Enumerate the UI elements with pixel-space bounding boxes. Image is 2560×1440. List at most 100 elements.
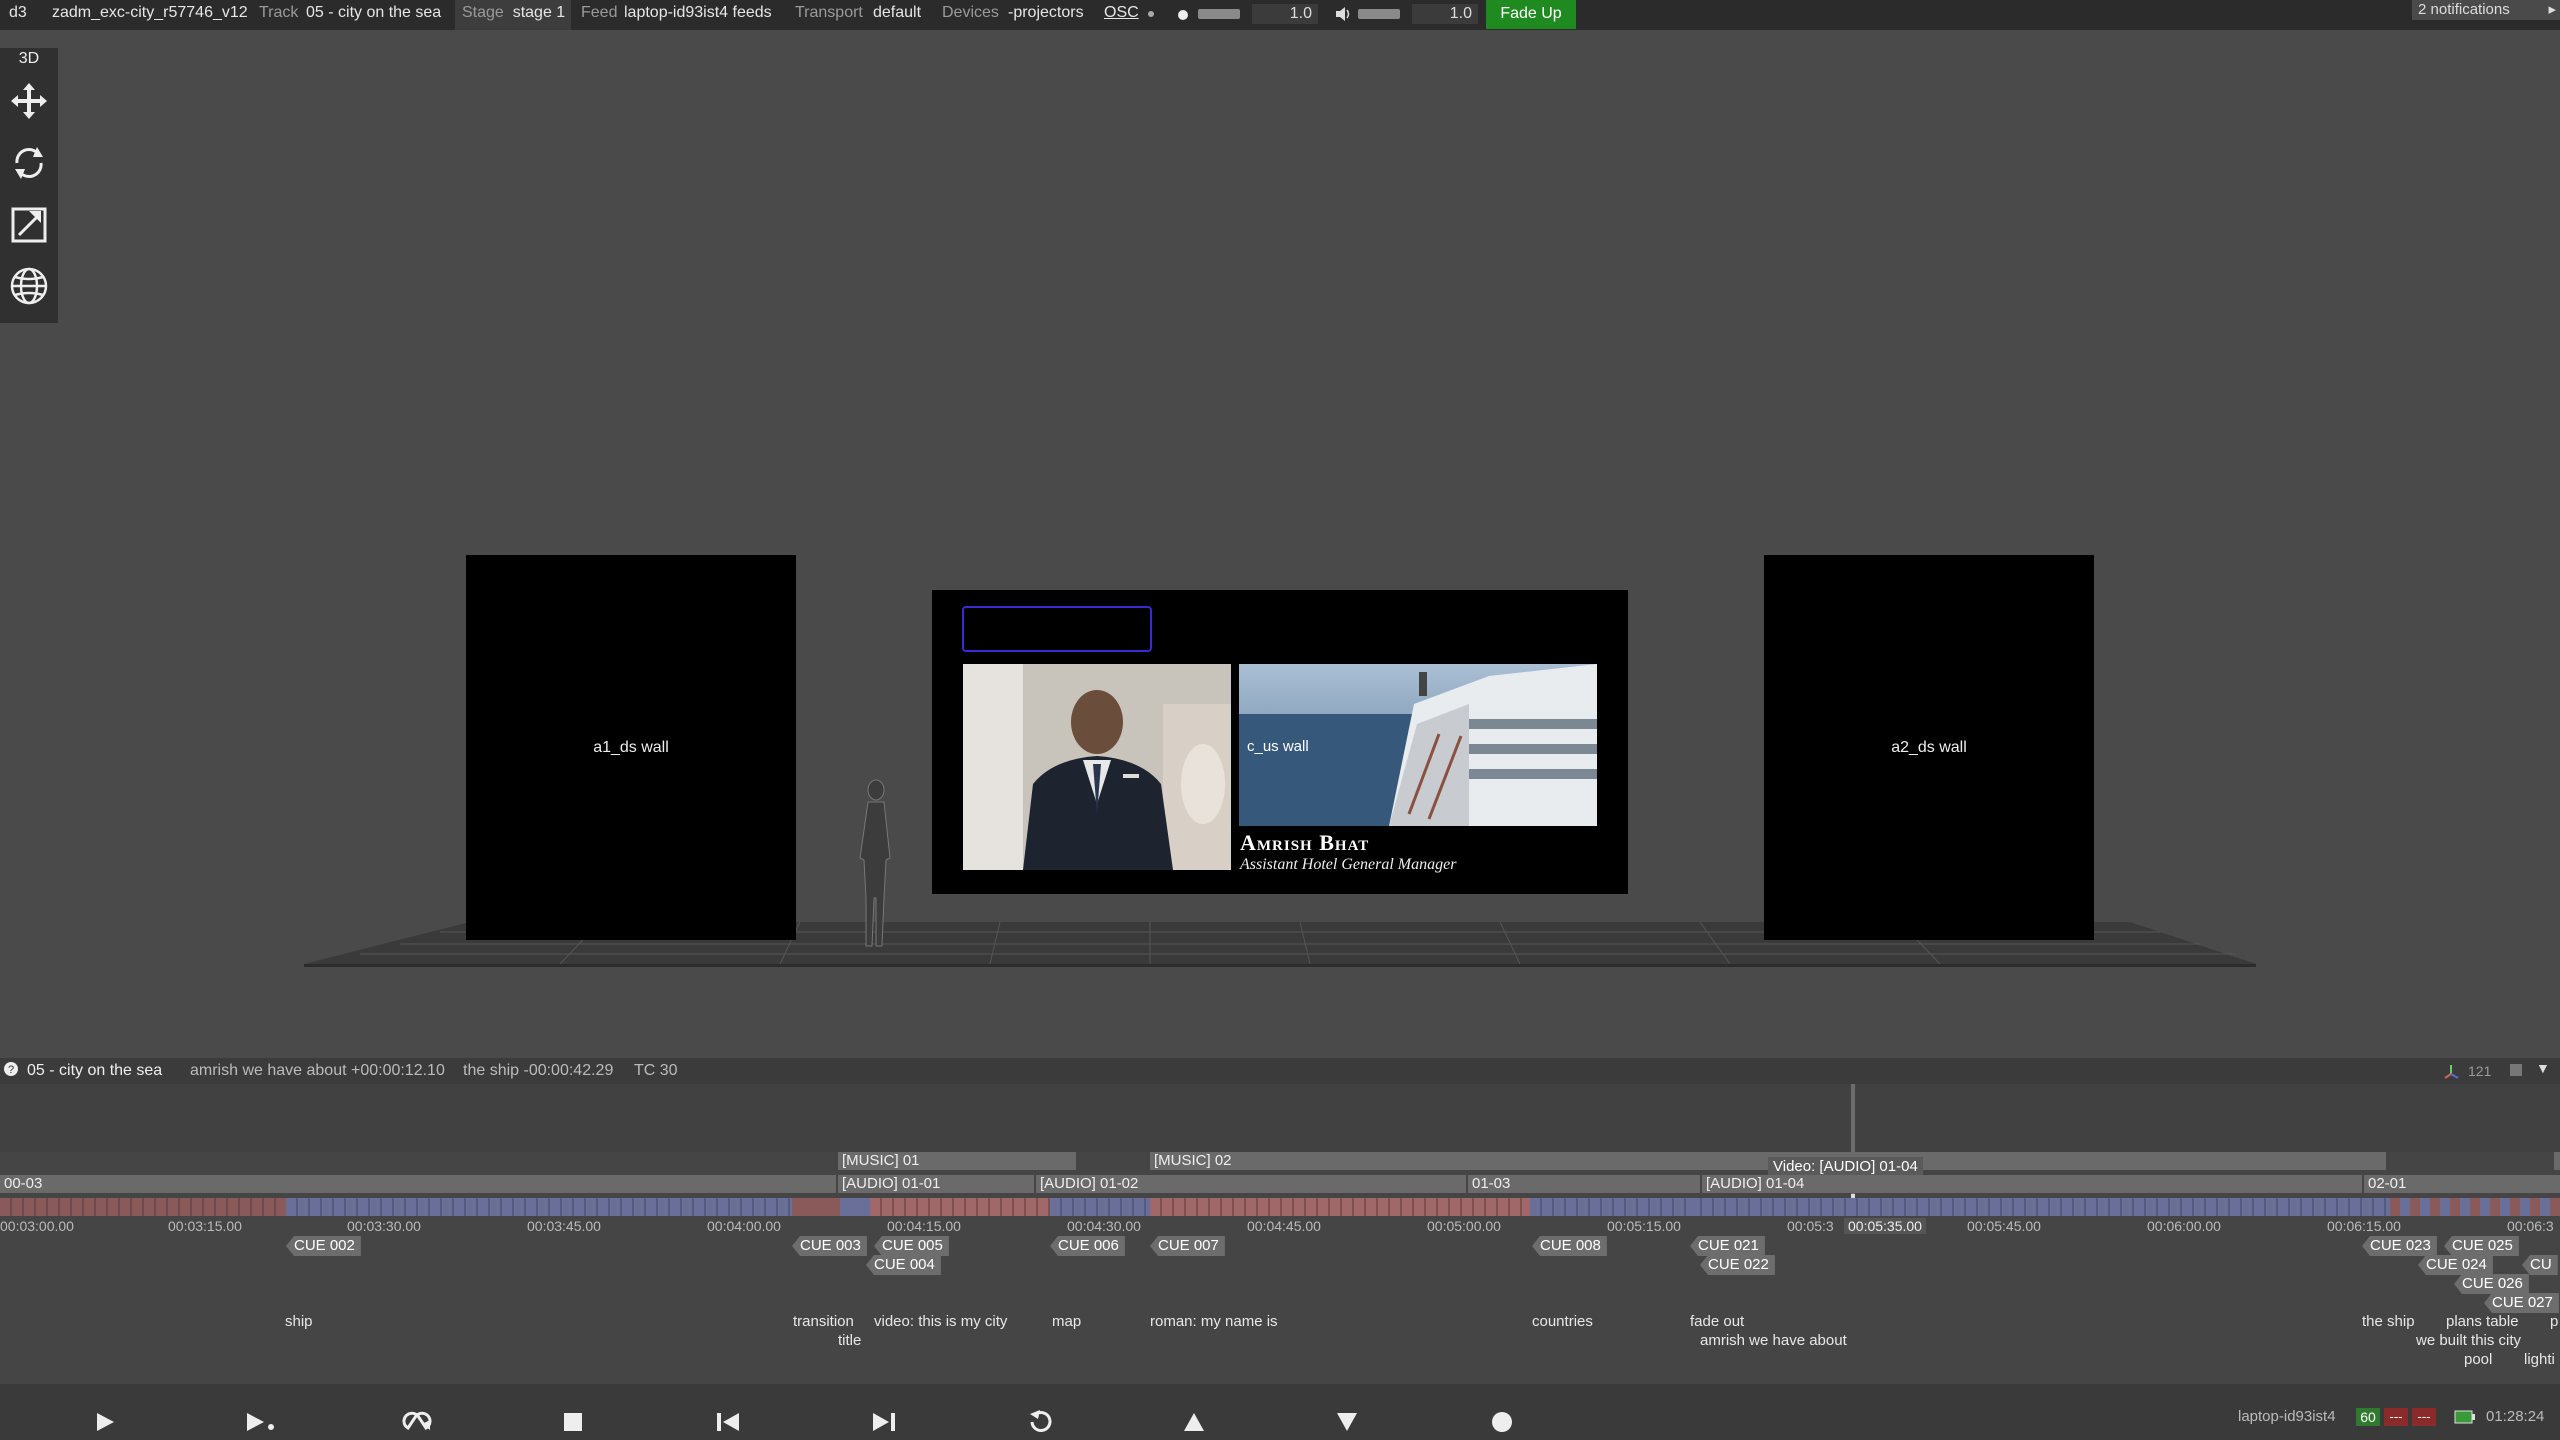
track-label: Track xyxy=(259,4,299,21)
timeline-note[interactable]: p xyxy=(2550,1313,2558,1330)
layout-icon[interactable] xyxy=(2510,1064,2522,1076)
human-scale-figure xyxy=(859,779,891,947)
stage-viewport[interactable]: a1_ds wall a2_ds wall c_us wall Amrish B… xyxy=(0,30,2560,1055)
track-selector[interactable]: 05 - city on the sea xyxy=(306,0,441,30)
cue-marker[interactable]: CUE 008 xyxy=(1532,1236,1607,1256)
stop-icon[interactable] xyxy=(555,1408,591,1436)
cue-marker[interactable]: CUE 023 xyxy=(2362,1236,2437,1256)
rotate-icon[interactable] xyxy=(6,140,52,186)
devices-label: Devices xyxy=(942,4,999,21)
timeline-note[interactable]: map xyxy=(1052,1313,1081,1330)
play-to-end-icon[interactable] xyxy=(243,1408,279,1436)
timeline-note[interactable]: amrish we have about xyxy=(1700,1332,1847,1349)
timeline-note[interactable]: fade out xyxy=(1690,1313,1744,1330)
play-icon[interactable] xyxy=(87,1408,123,1436)
cue-marker[interactable]: CUE 006 xyxy=(1050,1236,1125,1256)
tick-label: 00:06:00.00 xyxy=(2147,1218,2221,1234)
timeline-note[interactable]: roman: my name is xyxy=(1150,1313,1278,1330)
center-led-wall[interactable]: c_us wall Amrish Bhat Assistant Hotel Ge… xyxy=(932,590,1628,894)
transport-label: Transport xyxy=(795,4,863,21)
layer-02-01[interactable]: 02-01 xyxy=(2364,1175,2560,1193)
timeline-note[interactable]: title xyxy=(838,1332,861,1349)
tick-label: 00:05:3 xyxy=(1787,1218,1834,1234)
tick-label: 00:03:30.00 xyxy=(347,1218,421,1234)
layer-00-03[interactable]: 00-03 xyxy=(0,1175,836,1193)
return-icon[interactable] xyxy=(1021,1408,1057,1436)
cue-marker[interactable]: CUE 025 xyxy=(2444,1236,2519,1256)
layer-music-03[interactable] xyxy=(2554,1152,2560,1170)
volume-slider[interactable] xyxy=(1358,9,1400,19)
loop-icon[interactable] xyxy=(399,1408,435,1436)
globe-icon[interactable] xyxy=(6,263,52,309)
waveform-seg xyxy=(792,1198,840,1216)
interview-video-frame xyxy=(963,664,1231,870)
cue-marker[interactable]: CUE 002 xyxy=(286,1236,361,1256)
tick-label: 00:06:3 xyxy=(2507,1218,2554,1234)
timeline-panel[interactable] xyxy=(0,1084,2560,1384)
timeline-header: ? 05 - city on the sea amrish we have ab… xyxy=(0,1058,2560,1084)
axis-icon[interactable] xyxy=(2442,1062,2460,1085)
cue-marker[interactable]: CUE 022 xyxy=(1700,1255,1775,1275)
left-led-wall[interactable]: a1_ds wall xyxy=(466,555,796,940)
cue-marker[interactable]: CUE 003 xyxy=(792,1236,867,1256)
timeline-note[interactable]: pool xyxy=(2464,1351,2492,1368)
cue-marker[interactable]: CUE 005 xyxy=(874,1236,949,1256)
record-icon[interactable] xyxy=(1484,1408,1520,1436)
waveform-seg xyxy=(286,1198,792,1216)
timeline-note[interactable]: transition xyxy=(793,1313,854,1330)
timeline-note[interactable]: video: this is my city xyxy=(874,1313,1007,1330)
cue-marker[interactable]: CUE 024 xyxy=(2418,1255,2493,1275)
tick-label: 00:04:00.00 xyxy=(707,1218,781,1234)
previous-cue-icon[interactable] xyxy=(1176,1408,1212,1436)
next-section-icon[interactable] xyxy=(866,1408,902,1436)
volume-value[interactable]: 1.0 xyxy=(1412,4,1478,24)
track-info-icon[interactable]: ? xyxy=(3,1061,19,1082)
brightness-icon xyxy=(1176,8,1190,27)
timeline-note[interactable]: ship xyxy=(285,1313,313,1330)
cue-marker[interactable]: CUE 021 xyxy=(1690,1236,1765,1256)
waveform-seg xyxy=(1050,1198,1150,1216)
fade-up-button[interactable]: Fade Up xyxy=(1486,0,1576,29)
timeline-note[interactable]: the ship xyxy=(2362,1313,2415,1330)
osc-toggle[interactable]: OSC xyxy=(1104,0,1139,30)
stage-floor-grid xyxy=(304,921,2256,967)
cue-marker[interactable]: CUE 007 xyxy=(1150,1236,1225,1256)
waveform-seg xyxy=(2390,1198,2560,1216)
brightness-value[interactable]: 1.0 xyxy=(1252,4,1318,24)
move-icon[interactable] xyxy=(6,78,52,124)
brightness-slider[interactable] xyxy=(1198,9,1240,19)
view-mode-label[interactable]: 3D xyxy=(0,50,58,68)
tick-label: 00:05:00.00 xyxy=(1427,1218,1501,1234)
right-led-wall[interactable]: a2_ds wall xyxy=(1764,555,2094,940)
status-indicator-2: --- xyxy=(2412,1408,2436,1426)
timeline-waveform-strip[interactable] xyxy=(0,1198,2560,1216)
next-cue-icon[interactable] xyxy=(1329,1408,1365,1436)
project-name[interactable]: zadm_exc-city_r57746_v12 xyxy=(52,0,248,30)
timeline-note[interactable]: countries xyxy=(1532,1313,1593,1330)
timeline-note[interactable]: plans table xyxy=(2446,1313,2519,1330)
clock: 01:28:24 xyxy=(2486,1408,2545,1425)
stage-selector[interactable]: Stage stage 1 xyxy=(455,0,571,30)
devices-selector[interactable]: -projectors xyxy=(1008,0,1084,30)
cue-marker[interactable]: CUE 026 xyxy=(2454,1274,2529,1294)
layer-music-01[interactable]: [MUSIC] 01 xyxy=(838,1152,1076,1170)
notifications-button[interactable]: 2 notifications ▸ xyxy=(2412,0,2560,20)
layer-audio-01-02[interactable]: [AUDIO] 01-02 xyxy=(1036,1175,1466,1193)
layer-audio-01-04[interactable]: [AUDIO] 01-04 xyxy=(1702,1175,2362,1193)
timeline-note[interactable]: lighti xyxy=(2524,1351,2555,1368)
scale-icon[interactable] xyxy=(6,202,52,248)
layer-01-03[interactable]: 01-03 xyxy=(1468,1175,1700,1193)
app-logo[interactable]: d3 xyxy=(9,0,27,30)
timeline-menu-arrow-icon[interactable]: ▼ xyxy=(2536,1060,2550,1076)
cue-marker[interactable]: CUE 004 xyxy=(866,1255,941,1275)
feed-selector[interactable]: laptop-id93ist4 feeds xyxy=(624,0,772,30)
top-bar: d3 zadm_exc-city_r57746_v12 Track 05 - c… xyxy=(0,0,2560,30)
layer-audio-01-01[interactable]: [AUDIO] 01-01 xyxy=(838,1175,1034,1193)
transport-selector[interactable]: default xyxy=(873,0,921,30)
tick-label: 00:04:15.00 xyxy=(887,1218,961,1234)
current-note: amrish we have about +00:00:12.10 xyxy=(190,1062,445,1079)
timeline-note[interactable]: we built this city xyxy=(2416,1332,2521,1349)
stage-value: stage 1 xyxy=(512,4,566,21)
cue-marker[interactable]: CUE 027 xyxy=(2484,1293,2559,1313)
previous-section-icon[interactable] xyxy=(710,1408,746,1436)
